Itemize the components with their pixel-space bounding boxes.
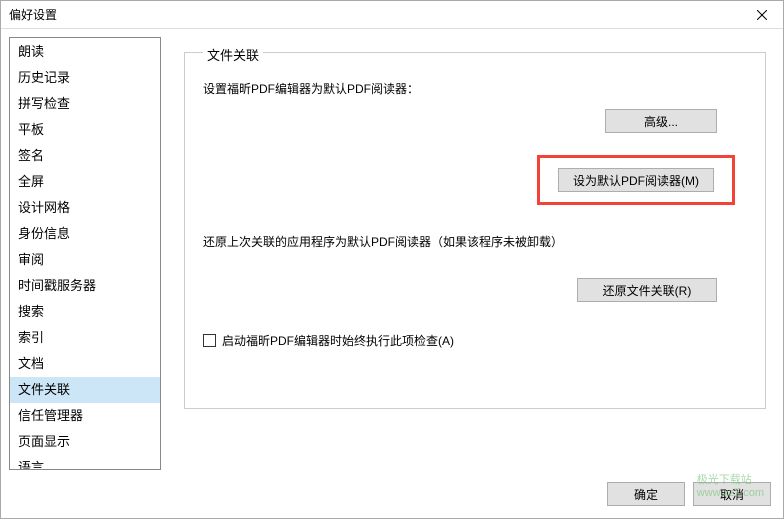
sidebar-item-0[interactable]: 朗读 — [10, 39, 160, 65]
preferences-window: 偏好设置 朗读历史记录拼写检查平板签名全屏设计网格身份信息审阅时间戳服务器搜索索… — [0, 0, 784, 519]
window-title: 偏好设置 — [9, 6, 57, 23]
set-default-pdf-reader-button[interactable]: 设为默认PDF阅读器(M) — [558, 168, 714, 192]
sidebar-item-10[interactable]: 搜索 — [10, 299, 160, 325]
dialog-body: 朗读历史记录拼写检查平板签名全屏设计网格身份信息审阅时间戳服务器搜索索引文档文件… — [1, 29, 783, 478]
sidebar-item-8[interactable]: 审阅 — [10, 247, 160, 273]
always-check-label: 启动福昕PDF编辑器时始终执行此项检查(A) — [222, 332, 454, 349]
sidebar-item-16[interactable]: 语言 — [10, 455, 160, 470]
restore-label: 还原上次关联的应用程序为默认PDF阅读器（如果该程序未被卸载） — [203, 233, 747, 250]
group-title: 文件关联 — [203, 45, 263, 64]
highlight-box: 设为默认PDF阅读器(M) — [537, 155, 735, 205]
dialog-footer: 确定 取消 — [1, 478, 783, 518]
sidebar-item-5[interactable]: 全屏 — [10, 169, 160, 195]
close-icon — [757, 10, 767, 20]
sidebar-item-9[interactable]: 时间戳服务器 — [10, 273, 160, 299]
sidebar-item-1[interactable]: 历史记录 — [10, 65, 160, 91]
restore-file-association-button[interactable]: 还原文件关联(R) — [577, 278, 717, 302]
advanced-button[interactable]: 高级... — [605, 109, 717, 133]
restore-section: 还原上次关联的应用程序为默认PDF阅读器（如果该程序未被卸载） 还原文件关联(R… — [203, 233, 747, 302]
sidebar-item-11[interactable]: 索引 — [10, 325, 160, 351]
sidebar-item-2[interactable]: 拼写检查 — [10, 91, 160, 117]
close-button[interactable] — [741, 1, 783, 29]
sidebar-item-14[interactable]: 信任管理器 — [10, 403, 160, 429]
cancel-button[interactable]: 取消 — [693, 482, 771, 506]
sidebar-item-12[interactable]: 文档 — [10, 351, 160, 377]
file-association-group: 文件关联 设置福昕PDF编辑器为默认PDF阅读器： 高级... 设为默认PDF阅… — [184, 52, 766, 409]
titlebar: 偏好设置 — [1, 1, 783, 29]
sidebar-item-3[interactable]: 平板 — [10, 117, 160, 143]
sidebar-item-7[interactable]: 身份信息 — [10, 221, 160, 247]
always-check-checkbox[interactable] — [203, 334, 216, 347]
sidebar-item-6[interactable]: 设计网格 — [10, 195, 160, 221]
set-default-section: 设置福昕PDF编辑器为默认PDF阅读器： 高级... — [203, 80, 747, 133]
always-check-row: 启动福昕PDF编辑器时始终执行此项检查(A) — [203, 332, 747, 349]
main-panel: 文件关联 设置福昕PDF编辑器为默认PDF阅读器： 高级... 设为默认PDF阅… — [169, 37, 775, 470]
sidebar-item-4[interactable]: 签名 — [10, 143, 160, 169]
category-sidebar[interactable]: 朗读历史记录拼写检查平板签名全屏设计网格身份信息审阅时间戳服务器搜索索引文档文件… — [9, 37, 161, 470]
sidebar-item-15[interactable]: 页面显示 — [10, 429, 160, 455]
sidebar-item-13[interactable]: 文件关联 — [10, 377, 160, 403]
set-default-label: 设置福昕PDF编辑器为默认PDF阅读器： — [203, 80, 747, 97]
ok-button[interactable]: 确定 — [607, 482, 685, 506]
